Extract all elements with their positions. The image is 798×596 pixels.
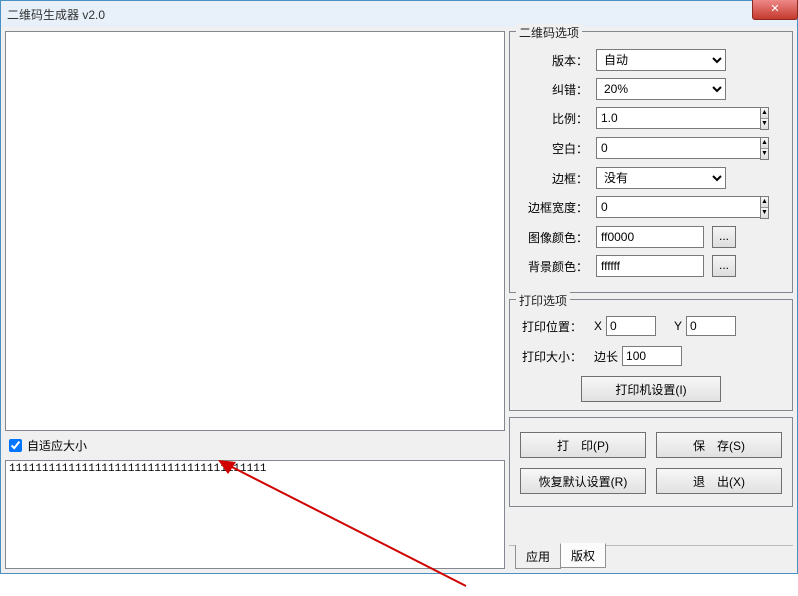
print-position-label: 打印位置：: [518, 318, 588, 335]
adaptive-size-checkbox[interactable]: [9, 439, 22, 452]
spin-up-icon[interactable]: ▲: [761, 197, 768, 208]
image-color-browse-button[interactable]: ...: [712, 226, 736, 248]
close-button[interactable]: ✕: [752, 0, 798, 20]
margin-input[interactable]: [596, 137, 760, 159]
spin-down-icon[interactable]: ▼: [761, 208, 768, 218]
client-area: 自适应大小 二维码选项 版本： 自动 纠错： 2: [1, 27, 797, 573]
print-options-title: 打印选项: [516, 292, 570, 309]
bottom-tabs: 应用 版权: [509, 545, 793, 569]
exit-button[interactable]: 退 出(X): [656, 468, 782, 494]
correction-label: 纠错：: [518, 81, 596, 98]
titlebar[interactable]: 二维码生成器 v2.0 ✕: [1, 1, 797, 27]
spin-down-icon[interactable]: ▼: [761, 119, 768, 129]
actions-group: 打 印(P) 保 存(S) 恢复默认设置(R) 退 出(X): [509, 417, 793, 507]
border-width-input[interactable]: [596, 196, 760, 218]
print-options-group: 打印选项 打印位置： X Y 打印大小： 边长 打印机设置(I): [509, 299, 793, 411]
print-y-input[interactable]: [686, 316, 736, 336]
y-label: Y: [674, 319, 682, 333]
scale-label: 比例：: [518, 110, 596, 127]
x-label: X: [594, 319, 602, 333]
bg-color-browse-button[interactable]: ...: [712, 255, 736, 277]
scale-spinner[interactable]: ▲▼: [596, 107, 726, 130]
image-color-input[interactable]: [596, 226, 704, 248]
restore-defaults-button[interactable]: 恢复默认设置(R): [520, 468, 646, 494]
scale-input[interactable]: [596, 107, 760, 129]
border-width-spinner[interactable]: ▲▼: [596, 196, 726, 219]
version-select[interactable]: 自动: [596, 49, 726, 71]
close-icon: ✕: [770, 3, 779, 15]
margin-spinner[interactable]: ▲▼: [596, 137, 726, 160]
left-pane: 自适应大小: [5, 31, 505, 569]
border-label: 边框：: [518, 170, 596, 187]
image-color-label: 图像颜色：: [518, 229, 596, 246]
bg-color-input[interactable]: [596, 255, 704, 277]
print-x-input[interactable]: [606, 316, 656, 336]
border-width-label: 边框宽度：: [518, 199, 596, 216]
version-label: 版本：: [518, 52, 596, 69]
qr-text-input[interactable]: [6, 461, 504, 568]
spin-down-icon[interactable]: ▼: [761, 149, 768, 159]
text-input-container: [5, 460, 505, 569]
tab-app[interactable]: 应用: [515, 545, 561, 569]
window-title: 二维码生成器 v2.0: [7, 6, 105, 23]
app-window: 二维码生成器 v2.0 ✕ 自适应大小 二维码选项: [0, 0, 798, 574]
qr-preview: [5, 31, 505, 431]
qr-options-group: 二维码选项 版本： 自动 纠错： 20% 比例： ▲▼: [509, 31, 793, 293]
correction-select[interactable]: 20%: [596, 78, 726, 100]
adaptive-size-label: 自适应大小: [27, 437, 87, 454]
tab-copyright[interactable]: 版权: [560, 543, 606, 568]
qr-options-title: 二维码选项: [516, 24, 582, 41]
right-pane: 二维码选项 版本： 自动 纠错： 20% 比例： ▲▼: [509, 31, 793, 569]
spin-up-icon[interactable]: ▲: [761, 138, 768, 149]
save-button[interactable]: 保 存(S): [656, 432, 782, 458]
print-button[interactable]: 打 印(P): [520, 432, 646, 458]
spin-up-icon[interactable]: ▲: [761, 108, 768, 119]
printer-setup-button[interactable]: 打印机设置(I): [581, 376, 721, 402]
adaptive-size-row: 自适应大小: [9, 437, 501, 454]
print-size-label: 打印大小：: [518, 348, 588, 365]
bg-color-label: 背景颜色：: [518, 258, 596, 275]
margin-label: 空白：: [518, 140, 596, 157]
edge-label: 边长: [594, 348, 618, 365]
border-select[interactable]: 没有: [596, 167, 726, 189]
print-edge-input[interactable]: [622, 346, 682, 366]
